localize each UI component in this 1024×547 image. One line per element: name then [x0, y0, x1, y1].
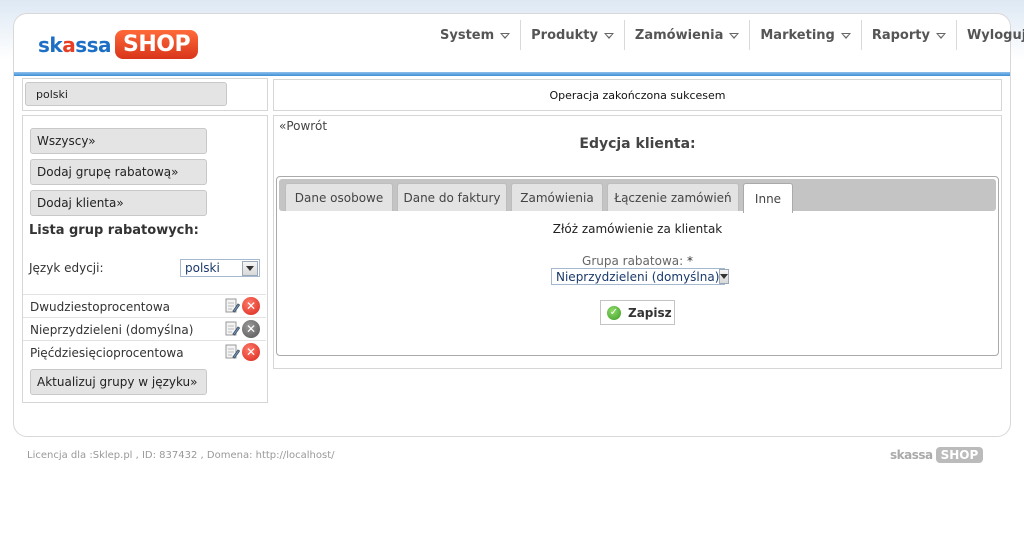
tab-merge-orders[interactable]: Łączenie zamówień — [607, 183, 739, 211]
tab-personal-data[interactable]: Dane osobowe — [285, 183, 393, 211]
add-client-button[interactable]: Dodaj klienta» — [30, 190, 207, 216]
dropdown-arrow-icon — [242, 260, 258, 276]
add-discount-group-button[interactable]: Dodaj grupę rabatową» — [30, 159, 207, 185]
footer-logo: skassa SHOP — [890, 447, 984, 463]
tab-invoice-data[interactable]: Dane do faktury — [397, 183, 507, 211]
dropdown-arrow-icon — [719, 269, 730, 284]
group-row: Nieprzydzieleni (domyślna) ✕ — [23, 317, 266, 340]
nav-zamowienia[interactable]: Zamówienia — [625, 20, 751, 50]
place-order-link[interactable]: Złóż zamówienie za klientak — [276, 222, 999, 236]
delete-icon[interactable]: ✕ — [242, 343, 260, 361]
top-nav: System Produkty Zamówienia Marketing Rap… — [430, 20, 1024, 50]
required-marker: * — [686, 254, 693, 268]
group-name: Dwudziestoprocentowa — [30, 300, 171, 314]
nav-marketing[interactable]: Marketing — [750, 20, 862, 50]
group-row: Pięćdziesięcioprocentowa ✕ — [23, 340, 266, 363]
logo[interactable]: skassa SHOP — [38, 26, 199, 63]
nav-wyloguj[interactable]: Wyloguj — [957, 20, 1024, 50]
nav-raporty[interactable]: Raporty — [862, 20, 957, 50]
back-link[interactable]: «Powrót — [279, 119, 327, 133]
edit-icon[interactable] — [224, 344, 240, 360]
chevron-down-icon — [840, 33, 851, 39]
edit-language-select[interactable]: polski — [180, 259, 260, 277]
edit-icon[interactable] — [224, 298, 240, 314]
group-list-title: Lista grup rabatowych: — [29, 223, 199, 238]
delete-disabled-icon: ✕ — [242, 320, 260, 338]
group-row: Dwudziestoprocentowa ✕ — [23, 294, 266, 317]
language-selector[interactable]: polski — [25, 82, 227, 106]
all-clients-button[interactable]: Wszyscy» — [30, 128, 207, 154]
nav-system[interactable]: System — [430, 20, 522, 50]
nav-produkty[interactable]: Produkty — [521, 20, 625, 50]
edit-icon[interactable] — [224, 321, 240, 337]
header-divider — [14, 72, 1010, 76]
discount-group-label: Grupa rabatowa: * — [582, 254, 693, 268]
page-title: Edycja klienta: — [579, 136, 696, 152]
logo-text: skassa — [38, 32, 112, 57]
tab-orders[interactable]: Zamówienia — [511, 183, 603, 211]
chevron-down-icon — [729, 33, 740, 39]
delete-icon[interactable]: ✕ — [242, 297, 260, 315]
chevron-down-icon — [935, 33, 946, 39]
check-icon: ✓ — [607, 305, 621, 320]
chevron-down-icon — [603, 33, 614, 39]
tab-other[interactable]: Inne — [743, 183, 793, 213]
chevron-down-icon — [500, 33, 511, 39]
discount-group-select[interactable]: Nieprzydzieleni (domyślna) — [551, 268, 730, 285]
save-button[interactable]: ✓ Zapisz — [600, 300, 675, 325]
logo-shop-badge: SHOP — [115, 30, 199, 59]
group-name: Nieprzydzieleni (domyślna) — [30, 323, 194, 337]
tabs-bar: Dane osobowe Dane do faktury Zamówienia … — [279, 179, 996, 213]
update-groups-button[interactable]: Aktualizuj grupy w języku» — [30, 369, 207, 395]
license-info: Licencja dla :Sklep.pl , ID: 837432 , Do… — [27, 450, 335, 461]
edit-language-label: Język edycji: — [29, 261, 104, 275]
group-name: Pięćdziesięcioprocentowa — [30, 346, 184, 360]
success-message: Operacja zakończona sukcesem — [549, 88, 726, 102]
